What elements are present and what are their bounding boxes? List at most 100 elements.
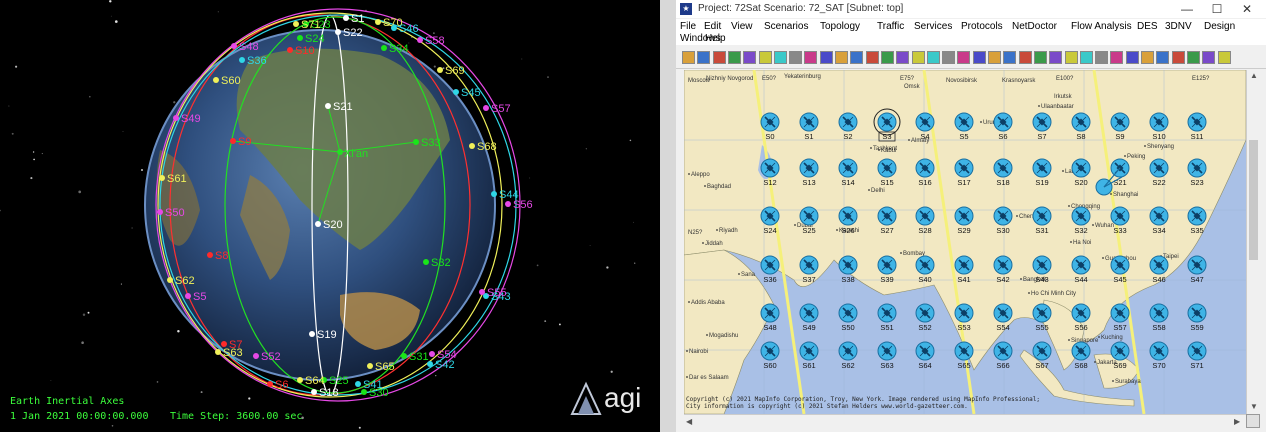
node-s17[interactable]: S17 [954, 158, 974, 187]
node-s45[interactable]: S45 [1110, 255, 1130, 284]
globe-scene[interactable]: S1S22S21S20S19S18S23S24S34S33S32S31S30S2… [0, 0, 660, 432]
vertical-scrollbar[interactable]: ▲ ▼ [1246, 70, 1261, 414]
node-s31[interactable]: S31 [1032, 206, 1052, 235]
node-s13[interactable]: S13 [799, 158, 819, 187]
toolbar-button-32[interactable] [1156, 51, 1170, 64]
node-s63[interactable]: S63 [877, 341, 897, 370]
toolbar-button-30[interactable] [1125, 51, 1139, 64]
node-s43[interactable]: S43 [1032, 255, 1052, 284]
map-svg[interactable]: E50? Yekaterinburg E75? Omsk Novosibirsk Kras… [684, 70, 1246, 414]
menu-file[interactable]: File [680, 21, 696, 32]
toolbar-button-13[interactable] [865, 51, 879, 64]
node-s15[interactable]: S15 [877, 158, 897, 187]
node-s59[interactable]: S59 [1187, 303, 1207, 332]
node-s57[interactable]: S57 [1110, 303, 1130, 332]
menu-help[interactable]: Help [705, 33, 726, 44]
toolbar-button-35[interactable] [1202, 51, 1216, 64]
toolbar-button-3[interactable] [712, 51, 726, 64]
toolbar-button-16[interactable] [911, 51, 925, 64]
node-s61[interactable]: S61 [799, 341, 819, 370]
menu-traffic[interactable]: Traffic [877, 21, 904, 32]
toolbar-button-22[interactable] [1003, 51, 1017, 64]
node-s12[interactable]: S12 [760, 158, 780, 187]
map-corner-icon[interactable] [1246, 414, 1260, 428]
toolbar-button-28[interactable] [1095, 51, 1109, 64]
toolbar-button-10[interactable] [819, 51, 833, 64]
node-s27[interactable]: S27 [877, 206, 897, 235]
node-s41[interactable]: S41 [954, 255, 974, 284]
toolbar-button-34[interactable] [1186, 51, 1200, 64]
node-s42[interactable]: S42 [993, 255, 1013, 284]
node-s20[interactable]: S20 [1071, 158, 1091, 187]
menu-netdoctor[interactable]: NetDoctor [1012, 21, 1057, 32]
toolbar-button-15[interactable] [896, 51, 910, 64]
toolbar-button-24[interactable] [1033, 51, 1047, 64]
node-s36[interactable]: S36 [760, 255, 780, 284]
node-s23[interactable]: S23 [1187, 158, 1207, 187]
project-editor-window[interactable]: ★ Project: 72Sat Scenario: 72_SAT [Subne… [676, 0, 1266, 432]
node-s29[interactable]: S29 [954, 206, 974, 235]
toolbar-button-6[interactable] [758, 51, 772, 64]
toolbar-button-27[interactable] [1079, 51, 1093, 64]
toolbar-button-36[interactable] [1217, 51, 1231, 64]
node-s38[interactable]: S38 [838, 255, 858, 284]
map-canvas[interactable]: E50? Yekaterinburg E75? Omsk Novosibirsk Kras… [684, 70, 1246, 414]
toolbar-button-31[interactable] [1141, 51, 1154, 64]
node-s35[interactable]: S35 [1187, 206, 1207, 235]
menu-topology[interactable]: Topology [820, 21, 860, 32]
node-s33[interactable]: S33 [1110, 206, 1130, 235]
toolbar-button-20[interactable] [972, 51, 986, 64]
toolbar-button-18[interactable] [942, 51, 956, 64]
satellite-s57[interactable]: S57 [483, 103, 511, 115]
node-s32[interactable]: S32 [1071, 206, 1091, 235]
menu-scenarios[interactable]: Scenarios [764, 21, 808, 32]
scroll-down-arrow[interactable]: ▼ [1250, 402, 1258, 412]
node-s34[interactable]: S34 [1149, 206, 1169, 235]
toolbar-button-12[interactable] [850, 51, 864, 64]
node-s55[interactable]: S55 [1032, 303, 1052, 332]
toolbar-button-23[interactable] [1018, 51, 1032, 64]
satellite-s69[interactable]: S69 [437, 65, 465, 77]
toolbar-button-11[interactable] [835, 51, 848, 64]
node-s44[interactable]: S44 [1071, 255, 1091, 284]
toolbar-button-26[interactable] [1064, 51, 1078, 64]
satellite-s41[interactable]: S41 [355, 379, 383, 391]
node-s39[interactable]: S39 [877, 255, 897, 284]
toolbar-button-25[interactable] [1049, 51, 1063, 64]
toolbar-button-5[interactable] [743, 51, 757, 64]
satellite-s18[interactable]: S18 [311, 387, 339, 399]
close-button[interactable]: ✕ [1232, 1, 1262, 17]
node-s18[interactable]: S18 [993, 158, 1013, 187]
node-s25[interactable]: S25 [799, 206, 819, 235]
node-s71[interactable]: S71 [1187, 341, 1207, 370]
maximize-button[interactable]: ☐ [1202, 1, 1232, 17]
scroll-right-arrow[interactable]: ▶ [1234, 417, 1240, 427]
node-s60[interactable]: S60 [760, 341, 780, 370]
menu-flow-analysis[interactable]: Flow Analysis [1071, 21, 1132, 32]
node-s19[interactable]: S19 [1032, 158, 1052, 187]
node-s69[interactable]: S69 [1110, 341, 1130, 370]
node-s37[interactable]: S37 [799, 255, 819, 284]
menu-protocols[interactable]: Protocols [961, 21, 1003, 32]
toolbar-button-7[interactable] [773, 51, 787, 64]
toolbar-button-33[interactable] [1171, 51, 1185, 64]
node-s22[interactable]: S22 [1149, 158, 1169, 187]
node-s26[interactable]: S26 [838, 206, 858, 235]
node-s66[interactable]: S66 [993, 341, 1013, 370]
satellite-s71[interactable]: S71 [293, 19, 321, 31]
menu-services[interactable]: Services [914, 21, 952, 32]
node-s64[interactable]: S64 [915, 341, 935, 370]
toolbar-button-1[interactable] [682, 51, 695, 64]
node-s49[interactable]: S49 [799, 303, 819, 332]
menu-des[interactable]: DES [1137, 21, 1158, 32]
node-s54[interactable]: S54 [993, 303, 1013, 332]
node-s62[interactable]: S62 [838, 341, 858, 370]
node-s46[interactable]: S46 [1149, 255, 1169, 284]
toolbar-button-29[interactable] [1110, 51, 1124, 64]
toolbar-button-4[interactable] [727, 51, 741, 64]
satellite-s55[interactable]: S55 [479, 287, 507, 299]
node-s65[interactable]: S65 [954, 341, 974, 370]
toolbar-button-2[interactable] [697, 51, 711, 64]
node-s11[interactable]: S11 [1187, 112, 1207, 141]
toolbar-button-9[interactable] [804, 51, 818, 64]
